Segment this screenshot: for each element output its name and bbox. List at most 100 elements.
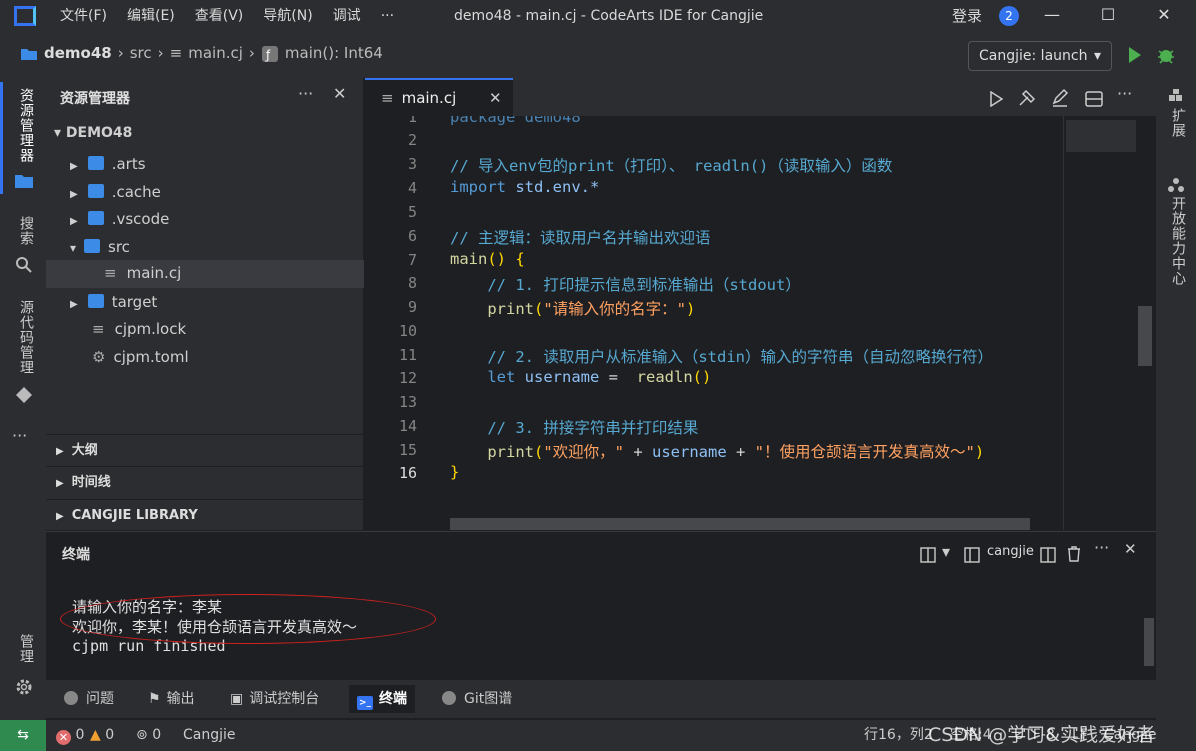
explorer-panel: 资源管理器 ··· ✕ ▾ DEMO48 ▶ .arts ▶ .cache ▶ .vs…	[46, 78, 364, 530]
more-actions-icon[interactable]: ···	[1094, 538, 1109, 557]
cursor-position[interactable]: 行16，列2	[864, 720, 933, 751]
file-lines-icon: ≡	[169, 44, 183, 63]
tab-main-cj[interactable]: ≡ main.cj ✕	[365, 78, 513, 116]
more-actions-icon[interactable]: ···	[298, 84, 313, 103]
login-button[interactable]: 登录	[952, 0, 982, 32]
gear-icon[interactable]	[15, 676, 33, 696]
build-hammer-icon[interactable]	[1017, 87, 1037, 108]
activity-manage[interactable]: 管理	[12, 634, 36, 664]
terminal-scrollbar[interactable]	[1144, 618, 1154, 666]
run-config-label: Cangjie: launch	[979, 48, 1088, 64]
split-terminal-icon[interactable]	[1040, 544, 1056, 563]
activity-scm[interactable]: 源代码管理	[12, 300, 36, 375]
breadcrumb-file[interactable]: main.cj	[188, 44, 243, 62]
folder-icon	[87, 156, 104, 170]
menu-view[interactable]: 查看(V)	[185, 0, 254, 32]
warnings-indicator[interactable]: ▲ 0	[90, 720, 114, 751]
right-tab-extensions[interactable]: 扩展	[1164, 108, 1188, 138]
breadcrumb-project[interactable]: demo48	[44, 44, 112, 62]
minimap[interactable]	[1063, 116, 1156, 530]
breadcrumb-folder[interactable]: src	[130, 44, 152, 62]
section-label: 大纲	[71, 443, 98, 458]
menu-navigate[interactable]: 导航(N)	[253, 0, 322, 32]
split-layout-icon[interactable]	[920, 544, 936, 563]
remote-icon[interactable]: ⇆	[0, 720, 46, 751]
terminal-shell-name[interactable]: cangjie	[987, 544, 1034, 559]
tree-item-arts[interactable]: ▶ .arts	[70, 151, 146, 177]
split-editor-icon[interactable]	[1085, 88, 1103, 108]
maximize-button[interactable]: ☐	[1080, 0, 1136, 32]
vertical-scrollbar[interactable]	[1138, 306, 1152, 366]
tree-item-cjpm-lock[interactable]: ≡ cjpm.lock	[92, 316, 186, 342]
code-line: // 2. 读取用户从标准输入（stdin）输入的字符串（自动忽略换行符）	[450, 348, 993, 366]
more-activity-icon[interactable]: ···	[12, 426, 27, 445]
tab-git-graph[interactable]: Git图谱	[434, 685, 520, 713]
tree-item-src[interactable]: ▾ src	[70, 234, 130, 260]
tree-item-main-cj[interactable]: ≡ main.cj	[46, 260, 364, 288]
horizontal-scrollbar[interactable]	[450, 518, 1030, 530]
line-number: 8	[407, 274, 417, 292]
run-icon[interactable]	[1127, 44, 1143, 65]
line-number: 1	[407, 116, 417, 126]
annotation-circle	[60, 594, 436, 644]
code-line: // 导入env包的print（打印）、 readln()（读取输入）函数	[450, 157, 893, 175]
line-number: 3	[407, 155, 417, 173]
search-icon[interactable]	[15, 254, 33, 274]
git-branch-icon[interactable]	[15, 384, 33, 404]
section-timeline[interactable]: ▶ 时间线	[46, 466, 364, 498]
menu-file[interactable]: 文件(F)	[50, 0, 117, 32]
status-language-left[interactable]: Cangjie	[183, 720, 236, 751]
ports-indicator[interactable]: ⊚ 0	[136, 720, 161, 751]
section-label: CANGJIE LIBRARY	[71, 508, 198, 523]
edit-pencil-icon[interactable]	[1051, 87, 1069, 108]
errors-indicator[interactable]: ✕ 0	[56, 720, 84, 751]
tab-terminal[interactable]: >_ 终端	[349, 685, 415, 713]
tree-item-target[interactable]: ▶ target	[70, 289, 157, 315]
more-actions-icon[interactable]: ···	[1117, 84, 1132, 103]
close-panel-icon[interactable]: ✕	[1124, 540, 1137, 558]
debug-bug-icon[interactable]	[1156, 44, 1176, 65]
section-outline[interactable]: ▶ 大纲	[46, 434, 364, 466]
code-editor[interactable]: 1 package demo48 2 3 // 导入env包的print（打印）…	[365, 116, 1063, 530]
close-icon[interactable]: ✕	[333, 84, 346, 103]
open-capability-icon[interactable]	[1168, 174, 1184, 193]
notification-badge[interactable]: 2	[999, 6, 1019, 26]
line-number: 5	[407, 203, 417, 221]
code-line: }	[450, 463, 460, 481]
active-indicator	[0, 82, 3, 194]
menu-debug[interactable]: 调试	[323, 0, 371, 32]
tab-output[interactable]: ⚑ 输出	[140, 685, 203, 713]
code-line: main() {	[450, 250, 525, 268]
tree-item-cache[interactable]: ▶ .cache	[70, 179, 161, 205]
warning-count: 0	[105, 727, 115, 743]
tree-item-label: cjpm.lock	[114, 320, 187, 338]
menu-more[interactable]: ···	[371, 0, 404, 32]
tab-problems[interactable]: 问题	[56, 685, 122, 713]
close-window-button[interactable]: ✕	[1136, 0, 1192, 32]
section-cangjie-library[interactable]: ▶ CANGJIE LIBRARY	[46, 499, 364, 531]
run-config-select[interactable]: Cangjie: launch ▾	[968, 41, 1112, 71]
close-tab-icon[interactable]: ✕	[489, 80, 502, 116]
tree-item-cjpm-toml[interactable]: ⚙ cjpm.toml	[92, 344, 189, 370]
explorer-folder-icon[interactable]	[14, 170, 34, 189]
line-number: 10	[398, 322, 417, 340]
trash-icon[interactable]	[1066, 543, 1082, 563]
tab-debug-console[interactable]: ▣ 调试控制台	[222, 685, 327, 713]
extensions-icon[interactable]	[1168, 86, 1184, 105]
menu-edit[interactable]: 编辑(E)	[117, 0, 185, 32]
activity-explorer[interactable]: 资源管理器	[12, 88, 36, 163]
run-file-icon[interactable]	[989, 88, 1003, 107]
line-number: 15	[398, 441, 417, 459]
ports-count: 0	[152, 727, 162, 743]
tree-item-vscode[interactable]: ▶ .vscode	[70, 206, 169, 232]
breadcrumb-symbol[interactable]: main(): Int64	[285, 44, 383, 62]
tab-label: main.cj	[401, 89, 457, 107]
tab-label: 问题	[86, 691, 114, 707]
minimize-button[interactable]: —	[1024, 0, 1080, 32]
tree-root[interactable]: ▾ DEMO48	[54, 120, 132, 146]
activity-search[interactable]: 搜索	[12, 216, 36, 246]
chevron-down-icon[interactable]: ▾	[942, 542, 950, 561]
tab-label: 调试控制台	[249, 691, 320, 707]
right-tab-open-capability[interactable]: 开放能力中心	[1164, 196, 1188, 286]
terminal-split-icon[interactable]	[964, 544, 980, 563]
